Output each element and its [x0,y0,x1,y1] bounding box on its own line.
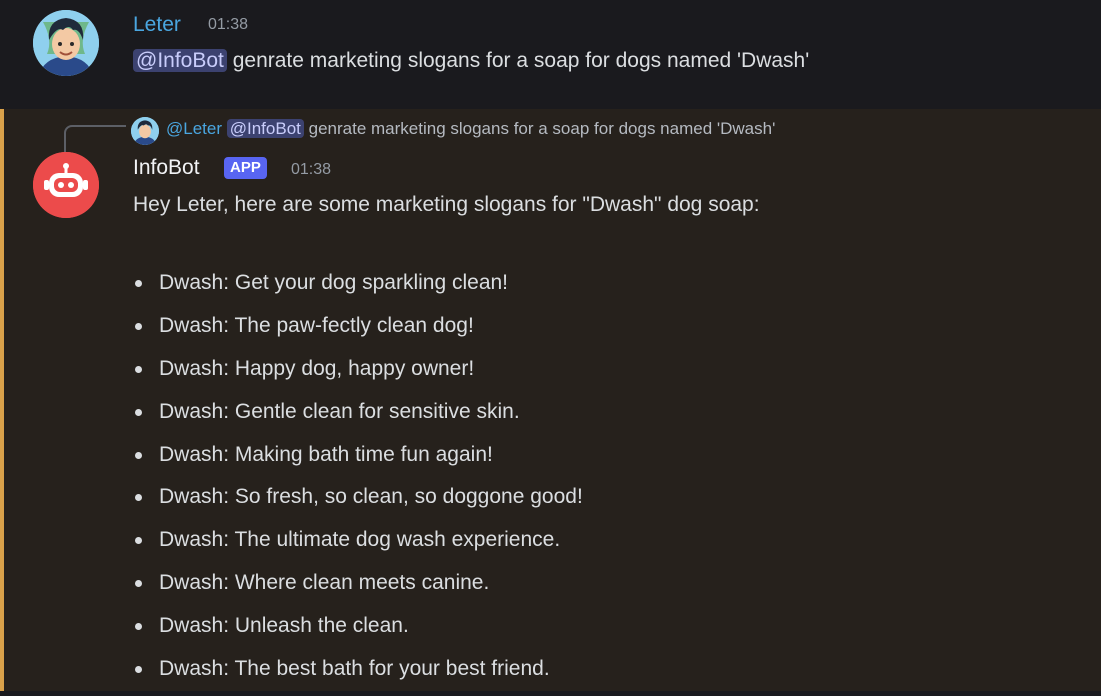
slogan-item: Dwash: The ultimate dog wash experience. [133,524,583,567]
reply-connector [64,125,126,153]
user-name[interactable]: Leter [133,11,181,39]
slogan-item: Dwash: The paw-fectly clean dog! [133,310,583,353]
reply-preview[interactable]: @Leter @InfoBot genrate marketing slogan… [166,115,775,143]
user-message: Leter 01:38 @InfoBot genrate marketing s… [0,0,1101,109]
reply-mention[interactable]: @InfoBot [226,119,304,138]
slogan-item: Dwash: So fresh, so clean, so doggone go… [133,481,583,524]
message-timestamp: 01:38 [208,16,249,33]
bot-name[interactable]: InfoBot [133,153,200,183]
slogan-item: Dwash: Gentle clean for sensitive skin. [133,396,583,439]
slogan-item: Dwash: Where clean meets canine. [133,567,583,610]
bot-timestamp: 01:38 [291,161,332,178]
message-text: genrate marketing slogans for a soap for… [232,49,810,72]
slogan-item: Dwash: Get your dog sparkling clean! [133,267,583,310]
reply-author[interactable]: @Leter [166,119,222,138]
reply-avatar [131,117,159,145]
robot-face-icon[interactable] [33,152,99,218]
slogan-item: Dwash: Happy dog, happy owner! [133,353,583,396]
slogan-item: Dwash: Unleash the clean. [133,610,583,653]
mention-infobot[interactable]: @InfoBot [133,49,227,72]
slogan-item: Dwash: Making bath time fun again! [133,439,583,482]
mention-highlight-bar [0,109,4,691]
reply-text: genrate marketing slogans for a soap for… [308,119,776,138]
user-avatar[interactable] [33,10,99,76]
message-content: @InfoBot genrate marketing slogans for a… [133,45,809,77]
app-badge: APP [224,157,267,179]
bot-intro-text: Hey Leter, here are some marketing sloga… [133,193,760,216]
bot-message: @Leter @InfoBot genrate marketing slogan… [0,109,1101,691]
slogan-list: Dwash: Get your dog sparkling clean! Dwa… [133,267,583,696]
slogan-item: Dwash: The best bath for your best frien… [133,653,583,696]
